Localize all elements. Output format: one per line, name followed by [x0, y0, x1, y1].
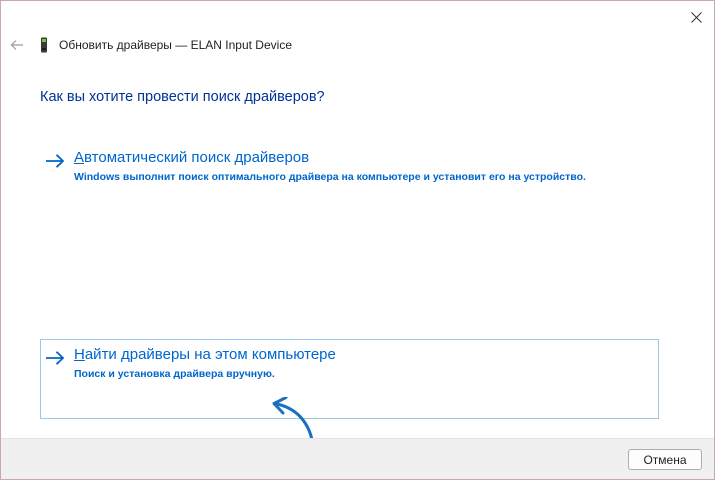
browse-computer-accelerator: Н [74, 346, 85, 363]
cancel-button[interactable]: Отмена [628, 449, 702, 470]
browse-computer-title-text: айти драйверы на этом компьютере [84, 346, 336, 363]
browse-computer-description: Поиск и установка драйвера вручную. [74, 368, 275, 380]
search-question-heading: Как вы хотите провести поиск драйверов? [40, 89, 325, 105]
auto-search-option[interactable]: Автоматический поиск драйверов Windows в… [40, 142, 659, 194]
right-arrow-icon [46, 351, 65, 365]
back-button[interactable] [7, 35, 27, 55]
back-arrow-icon [10, 40, 23, 50]
browse-computer-option[interactable]: Найти драйверы на этом компьютере Поиск … [40, 339, 659, 419]
auto-search-description: Windows выполнит поиск оптимального драй… [74, 171, 586, 183]
auto-search-title-text: втоматический поиск драйверов [84, 149, 310, 166]
device-icon [41, 37, 47, 53]
update-drivers-dialog: Обновить драйверы — ELAN Input Device Ка… [0, 0, 715, 480]
browse-computer-title: Найти драйверы на этом компьютере [74, 346, 336, 363]
auto-search-title: Автоматический поиск драйверов [74, 149, 309, 166]
dialog-title: Обновить драйверы — ELAN Input Device [59, 38, 292, 52]
auto-search-accelerator: А [74, 149, 85, 166]
dialog-header: Обновить драйверы — ELAN Input Device [1, 33, 714, 61]
right-arrow-icon [46, 154, 65, 168]
close-button[interactable] [677, 1, 714, 33]
dialog-footer: Отмена [1, 438, 714, 479]
close-icon [690, 11, 702, 23]
